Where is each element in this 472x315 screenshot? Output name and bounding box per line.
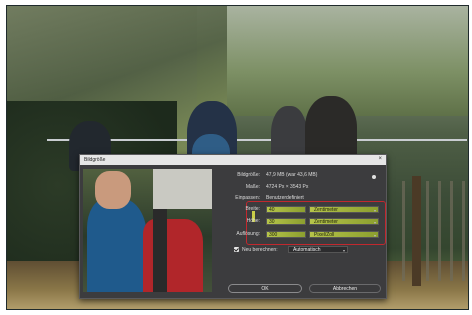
width-unit-select[interactable]: Zentimeter ▾	[309, 206, 379, 213]
fence-post	[412, 176, 421, 286]
info-row-image-size: Bildgröße: 47,9 MB (war 43,6 MB)	[220, 172, 370, 180]
preview-jacket	[87, 199, 147, 292]
image-size-dialog: Bildgröße × Bildgröße: 47,9 MB (war 43,6…	[79, 154, 387, 299]
cancel-button[interactable]: Abbrechen	[309, 284, 381, 293]
image-size-value: 47,9 MB (war 43,6 MB)	[266, 172, 318, 178]
dialog-title: Bildgröße	[84, 157, 106, 163]
width-unit-value: Zentimeter	[314, 207, 338, 213]
preview-face	[95, 171, 131, 209]
chevron-down-icon: ▾	[342, 248, 345, 253]
height-input[interactable]: 30	[266, 218, 306, 225]
chevron-down-icon: ▾	[373, 220, 376, 225]
dialog-titlebar[interactable]: Bildgröße ×	[80, 155, 386, 165]
height-label: Höhe:	[246, 218, 260, 224]
dimensions-value: 4724 Px × 3543 Px	[266, 184, 309, 190]
image-preview[interactable]	[83, 169, 212, 292]
resolution-label: Auflösung:	[236, 231, 260, 237]
close-icon[interactable]: ×	[378, 156, 382, 162]
resolution-unit-select[interactable]: Pixel/Zoll ▾	[309, 231, 379, 238]
resample-method-value: Automatisch	[293, 247, 321, 253]
height-unit-select[interactable]: Zentimeter ▾	[309, 218, 379, 225]
resample-method-select[interactable]: Automatisch ▾	[288, 246, 348, 253]
preview-strap	[153, 209, 167, 292]
preview-backpack	[143, 219, 203, 292]
preview-sky	[153, 169, 212, 209]
image-size-label: Bildgröße:	[237, 172, 260, 178]
chevron-down-icon: ▾	[373, 208, 376, 213]
width-input[interactable]: 40	[266, 206, 306, 213]
info-row-dimensions: Maße: 4724 Px × 3543 Px	[220, 184, 370, 192]
settings-gear-icon[interactable]	[372, 175, 376, 179]
width-label: Breite:	[245, 206, 260, 212]
chevron-down-icon: ▾	[373, 233, 376, 238]
resolution-input[interactable]: 300	[266, 231, 306, 238]
resolution-unit-value: Pixel/Zoll	[314, 232, 335, 238]
resample-checkbox[interactable]	[234, 247, 239, 252]
height-unit-value: Zentimeter	[314, 219, 338, 225]
resample-label: Neu berechnen:	[242, 247, 278, 253]
ok-button[interactable]: OK	[228, 284, 302, 293]
dimensions-label: Maße:	[245, 184, 260, 190]
